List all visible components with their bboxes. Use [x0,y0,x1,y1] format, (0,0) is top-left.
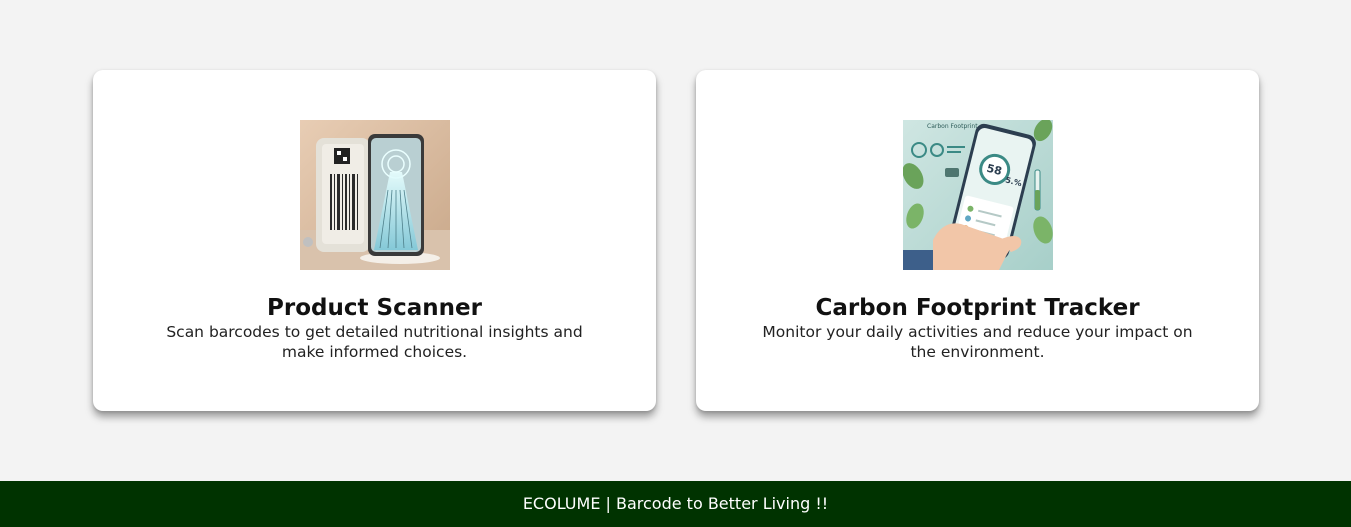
card-title: Carbon Footprint Tracker [815,295,1140,321]
card-description: Monitor your daily activities and reduce… [762,323,1193,361]
product-scanner-image [299,120,450,270]
card-description: Scan barcodes to get detailed nutritiona… [166,323,583,361]
barcode-scanner-icon [299,120,450,270]
carbon-tracker-image: Carbon Footprint 58 5.% [902,120,1053,270]
image-caption: Carbon Footprint [927,123,978,130]
product-scanner-card[interactable]: Product Scanner Scan barcodes to get det… [93,70,656,411]
card-title: Product Scanner [267,295,482,321]
page: Product Scanner Scan barcodes to get det… [0,0,1351,527]
footer-text: ECOLUME | Barcode to Better Living !! [522,494,829,513]
footer: ECOLUME | Barcode to Better Living !! [0,481,1351,527]
carbon-footprint-card[interactable]: Carbon Footprint 58 5.% Carbon Footprint… [696,70,1259,411]
carbon-tracker-icon: Carbon Footprint 58 5.% [902,120,1053,270]
